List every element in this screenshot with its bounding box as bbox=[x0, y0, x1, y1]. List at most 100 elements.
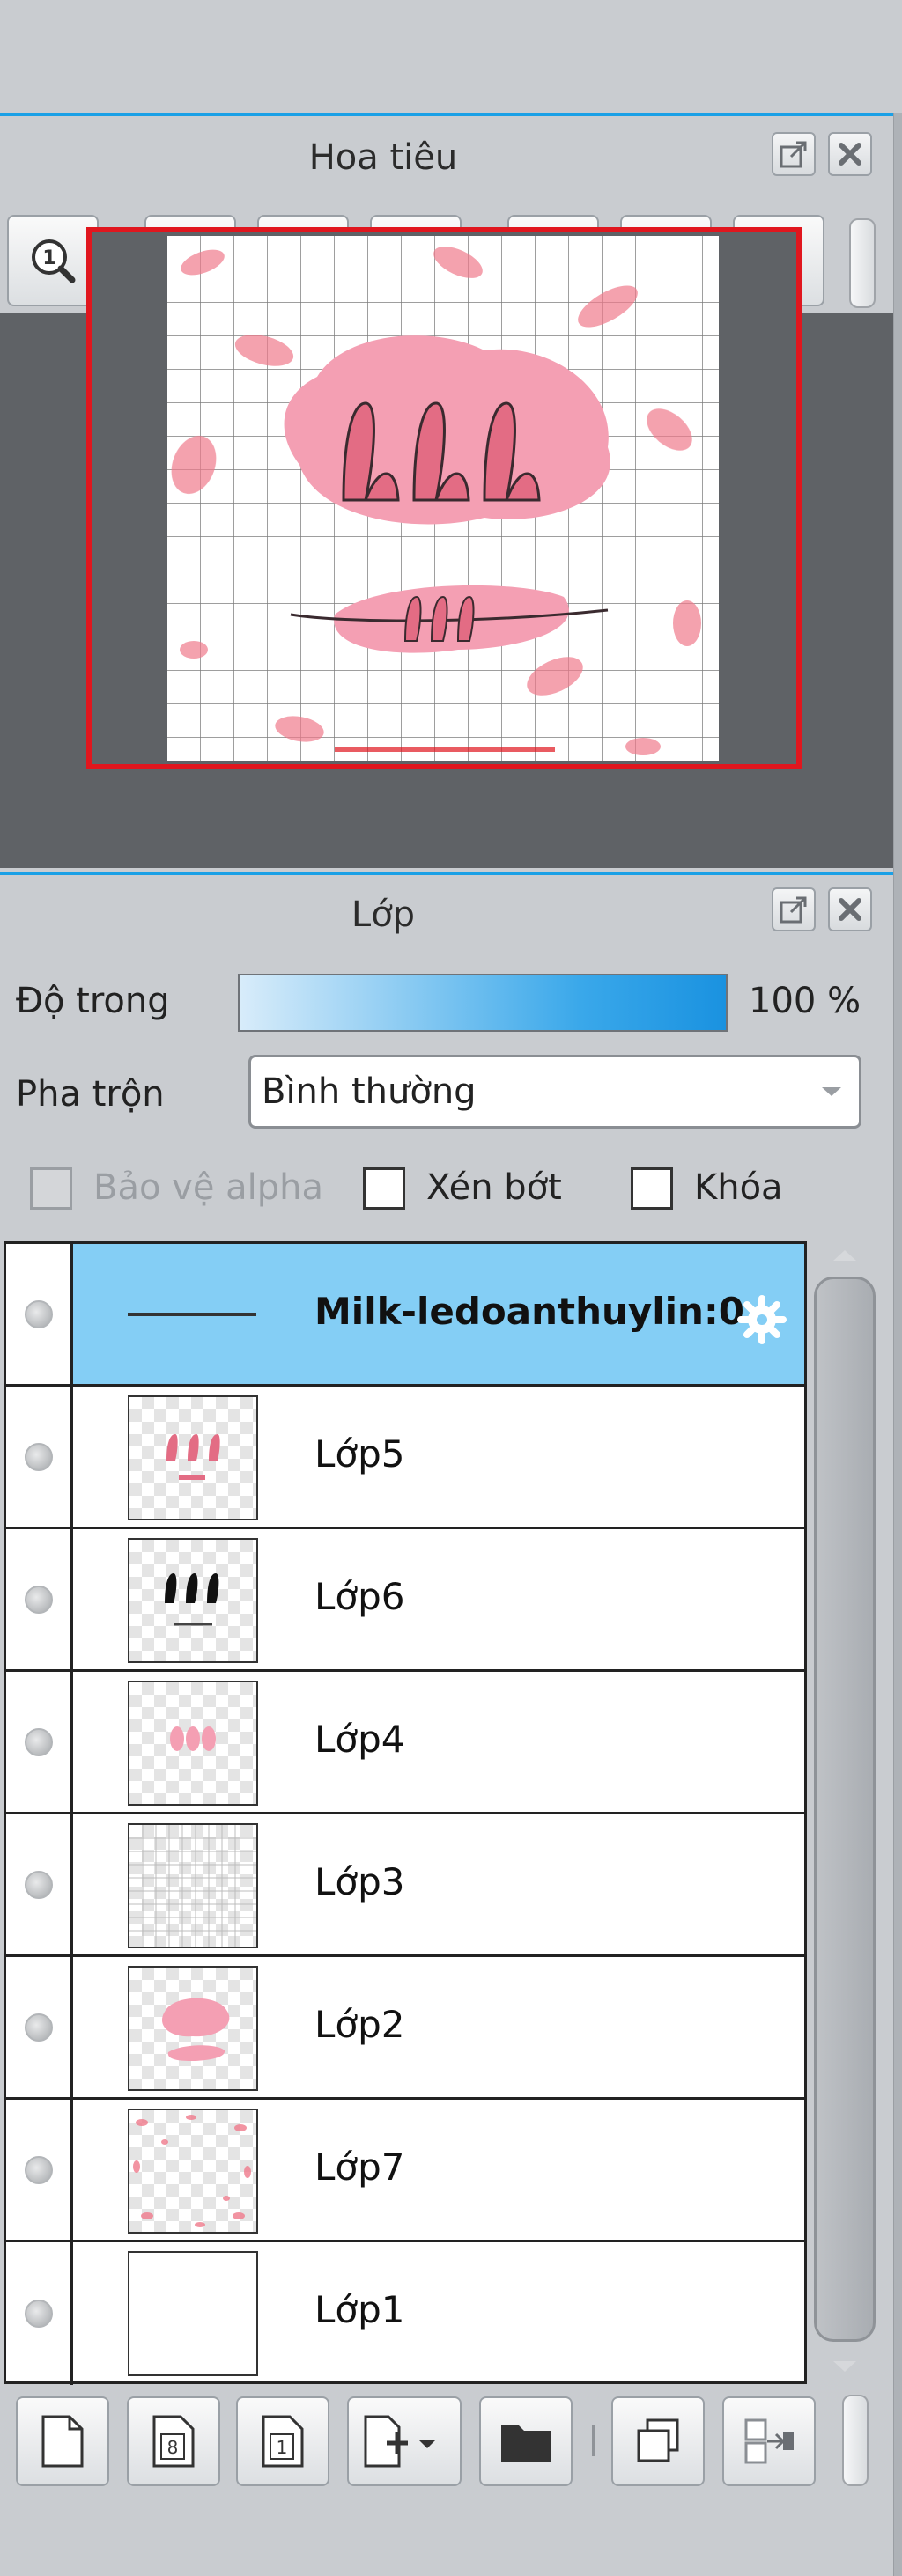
pink-strokes-thumbnail bbox=[170, 1726, 216, 1751]
layer-panel-popout-button[interactable] bbox=[772, 887, 816, 931]
layer-visibility-toggle[interactable] bbox=[6, 1814, 73, 1954]
toolbar-separator bbox=[592, 2425, 595, 2456]
add-layer-dropdown-button[interactable] bbox=[347, 2396, 462, 2486]
layer-panel: Lớp Độ trong 100 % Pha trộn Bình thường … bbox=[0, 872, 893, 2576]
opacity-value: 100 % bbox=[749, 981, 861, 1021]
eye-icon bbox=[24, 1442, 53, 1471]
close-icon bbox=[839, 898, 861, 921]
eye-icon bbox=[24, 2300, 53, 2328]
layer-visibility-toggle[interactable] bbox=[6, 1672, 73, 1812]
new-folder-icon bbox=[501, 2425, 551, 2462]
pink-blob-thumbnail bbox=[161, 1998, 230, 2061]
opacity-slider[interactable] bbox=[238, 974, 728, 1032]
blend-mode-select[interactable]: Bình thường bbox=[248, 1055, 861, 1129]
new-8bit-layer-button[interactable]: 8 bbox=[127, 2396, 220, 2486]
layer-row[interactable]: Lớp1 bbox=[6, 2242, 804, 2385]
bit-depth-8-text: 8 bbox=[167, 2437, 179, 2458]
navigator-title: Hoa tiêu bbox=[308, 137, 458, 178]
navigator-popout-button[interactable] bbox=[772, 132, 816, 176]
layer-visibility-toggle[interactable] bbox=[6, 1957, 73, 2097]
layer-list-scroll-thumb[interactable] bbox=[814, 1277, 876, 2342]
blend-mode-label: Pha trộn bbox=[16, 1074, 165, 1115]
new-8bit-layer-icon: 8 bbox=[152, 2415, 195, 2468]
layer-name: Lớp4 bbox=[314, 1718, 405, 1761]
transfer-layer-icon bbox=[744, 2418, 794, 2464]
layer-row[interactable]: Lớp7 bbox=[6, 2100, 804, 2242]
layer-row[interactable]: Lớp3 bbox=[6, 1814, 804, 1957]
layer-name: Lớp3 bbox=[314, 1860, 405, 1903]
eye-icon bbox=[24, 2155, 53, 2184]
layer-row[interactable]: Lớp6 bbox=[6, 1529, 804, 1672]
eye-icon bbox=[24, 2013, 53, 2042]
protect-alpha-label: Bảo vệ alpha bbox=[93, 1167, 324, 1208]
layer-panel-title: Lớp bbox=[351, 894, 416, 935]
opacity-label: Độ trong bbox=[16, 981, 170, 1021]
bottom-toolbar-scroll-handle[interactable] bbox=[842, 2395, 869, 2486]
duplicate-layer-button[interactable] bbox=[611, 2396, 705, 2486]
window-top-area bbox=[0, 0, 902, 113]
layer-list: Milk-ledoanthuylin:0 Lớp5 Lớp6 Lớp4 Lớp3… bbox=[4, 1241, 807, 2385]
clip-checkbox[interactable] bbox=[363, 1167, 405, 1210]
layer-thumbnail bbox=[128, 2109, 258, 2234]
new-layer-button[interactable] bbox=[16, 2396, 109, 2486]
layer-row-selected[interactable]: Milk-ledoanthuylin:0 bbox=[6, 1244, 804, 1387]
new-layer-icon bbox=[41, 2415, 84, 2468]
eye-icon bbox=[24, 1870, 53, 1899]
layer-row[interactable]: Lớp2 bbox=[6, 1957, 804, 2100]
new-folder-button[interactable] bbox=[479, 2396, 573, 2486]
blend-mode-value: Bình thường bbox=[262, 1071, 477, 1112]
lettering-black-thumbnail bbox=[165, 1573, 219, 1626]
navigator-close-button[interactable] bbox=[828, 132, 872, 176]
layer-thumbnail bbox=[128, 1395, 258, 1520]
popout-icon bbox=[780, 896, 807, 924]
new-1bit-layer-button[interactable]: 1 bbox=[236, 2396, 329, 2486]
popout-icon bbox=[780, 141, 807, 168]
layer-name: Lớp7 bbox=[314, 2145, 405, 2189]
layer-thumbnail bbox=[128, 1966, 258, 2091]
layer-name: Lớp5 bbox=[314, 1432, 405, 1476]
layer-visibility-toggle[interactable] bbox=[6, 1387, 73, 1527]
navigator-header: Hoa tiêu bbox=[0, 116, 893, 204]
add-layer-dropdown-icon bbox=[364, 2415, 436, 2468]
layer-row[interactable]: Lớp4 bbox=[6, 1672, 804, 1814]
protect-alpha-checkbox[interactable] bbox=[30, 1167, 72, 1210]
scroll-up-arrow-icon[interactable] bbox=[830, 1247, 860, 1264]
transfer-layer-button[interactable] bbox=[722, 2396, 816, 2486]
canvas-preview-image bbox=[167, 236, 719, 761]
bit-depth-1-text: 1 bbox=[277, 2437, 288, 2458]
svg-text:1: 1 bbox=[42, 247, 55, 269]
canvas-preview bbox=[167, 236, 719, 761]
navigator-view-frame[interactable] bbox=[86, 227, 802, 769]
gear-icon[interactable] bbox=[737, 1295, 787, 1344]
actual-size-icon: 1 bbox=[32, 239, 76, 283]
layer-name: Lớp2 bbox=[314, 2003, 405, 2046]
scroll-down-arrow-icon[interactable] bbox=[830, 2358, 860, 2375]
layer-thumbnail bbox=[128, 1313, 256, 1316]
eye-icon bbox=[24, 1299, 53, 1328]
actual-size-button[interactable]: 1 bbox=[7, 215, 99, 306]
layer-panel-close-button[interactable] bbox=[828, 887, 872, 931]
new-1bit-layer-icon: 1 bbox=[262, 2415, 304, 2468]
lock-checkbox[interactable] bbox=[631, 1167, 673, 1210]
layer-visibility-toggle[interactable] bbox=[6, 2242, 73, 2385]
layer-name: Lớp6 bbox=[314, 1575, 405, 1618]
navigator-panel: Hoa tiêu 1 bbox=[0, 113, 893, 872]
panel-dock-rail bbox=[893, 113, 902, 2576]
lock-label: Khóa bbox=[694, 1167, 783, 1208]
clip-label: Xén bớt bbox=[426, 1167, 562, 1208]
chevron-down-icon bbox=[822, 1087, 841, 1096]
layer-thumbnail bbox=[128, 1823, 258, 1948]
layer-name: Milk-ledoanthuylin:0 bbox=[314, 1290, 744, 1333]
lettering-pink-thumbnail bbox=[166, 1434, 220, 1480]
toolbar-scroll-handle[interactable] bbox=[849, 218, 876, 308]
layer-panel-header: Lớp bbox=[0, 875, 893, 963]
layer-thumbnail bbox=[128, 1538, 258, 1663]
layer-visibility-toggle[interactable] bbox=[6, 1244, 73, 1384]
layer-visibility-toggle[interactable] bbox=[6, 2100, 73, 2240]
layer-thumbnail bbox=[128, 2251, 258, 2376]
layer-list-scrollbar[interactable] bbox=[810, 1241, 879, 2384]
eye-icon bbox=[24, 1727, 53, 1756]
layer-visibility-toggle[interactable] bbox=[6, 1529, 73, 1669]
layer-row[interactable]: Lớp5 bbox=[6, 1387, 804, 1529]
duplicate-layer-icon bbox=[637, 2418, 679, 2462]
